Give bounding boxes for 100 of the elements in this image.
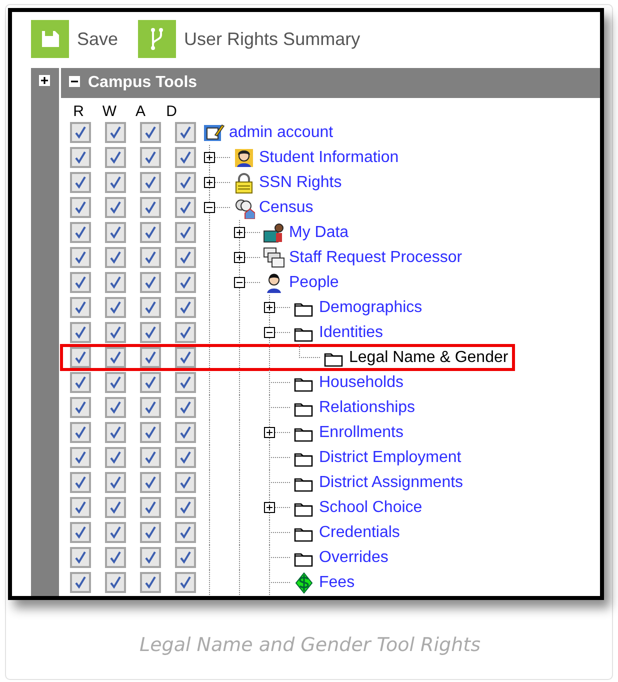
checkbox[interactable] (140, 547, 161, 568)
checkbox[interactable] (175, 397, 196, 418)
tree-row[interactable]: SSN Rights (61, 170, 348, 195)
checkbox[interactable] (140, 297, 161, 318)
checkbox[interactable] (70, 122, 91, 143)
tree-row[interactable]: District Employment (61, 445, 468, 470)
checkbox[interactable] (140, 147, 161, 168)
tree-row[interactable]: Staff Request Processor (61, 245, 468, 270)
checkbox[interactable] (140, 372, 161, 393)
checkbox[interactable] (175, 222, 196, 243)
tree-row[interactable]: admin account (61, 120, 340, 145)
checkbox[interactable] (70, 547, 91, 568)
tree-item-link[interactable]: School Choice (319, 498, 422, 516)
checkbox[interactable] (140, 447, 161, 468)
checkbox[interactable] (70, 522, 91, 543)
expand-icon[interactable] (264, 302, 275, 313)
checkbox[interactable] (140, 522, 161, 543)
checkbox[interactable] (70, 297, 91, 318)
checkbox[interactable] (140, 172, 161, 193)
tree-row[interactable]: Census (61, 195, 320, 220)
collapse-icon[interactable] (204, 202, 215, 213)
tree-item-link[interactable]: Households (319, 374, 404, 392)
tree-item-link[interactable]: Student Information (259, 148, 399, 166)
tree-item-link[interactable]: District Employment (319, 448, 462, 466)
checkbox[interactable] (140, 322, 161, 343)
tree-row[interactable]: Households (61, 370, 410, 395)
checkbox[interactable] (140, 122, 161, 143)
checkbox[interactable] (175, 147, 196, 168)
checkbox[interactable] (105, 272, 126, 293)
toolbar-button[interactable]: User Rights Summary (138, 20, 360, 58)
checkbox[interactable] (70, 247, 91, 268)
checkbox[interactable] (175, 322, 196, 343)
checkbox[interactable] (70, 372, 91, 393)
checkbox[interactable] (140, 247, 161, 268)
tree-item-link[interactable]: Staff Request Processor (289, 248, 462, 266)
checkbox[interactable] (105, 222, 126, 243)
checkbox[interactable] (175, 297, 196, 318)
checkbox[interactable] (175, 447, 196, 468)
checkbox[interactable] (175, 247, 196, 268)
collapse-icon[interactable] (234, 277, 245, 288)
checkbox[interactable] (175, 547, 196, 568)
checkbox[interactable] (70, 397, 91, 418)
checkbox[interactable] (105, 547, 126, 568)
tree-item-link[interactable]: admin account (229, 124, 334, 142)
checkbox[interactable] (105, 322, 126, 343)
checkbox[interactable] (70, 147, 91, 168)
tree-row[interactable]: Credentials (61, 520, 406, 545)
tree-row[interactable]: Enrollments (61, 420, 410, 445)
checkbox[interactable] (175, 272, 196, 293)
checkbox[interactable] (140, 397, 161, 418)
expand-icon[interactable] (264, 502, 275, 513)
checkbox[interactable] (175, 497, 196, 518)
tree-row[interactable]: Fees (61, 570, 361, 595)
checkbox[interactable] (175, 472, 196, 493)
toolbar-button[interactable]: Save (31, 20, 118, 58)
tree-item-link[interactable]: Demographics (319, 298, 422, 316)
tree-item-link[interactable]: Legal Name & Gender (349, 348, 508, 366)
checkbox[interactable] (70, 172, 91, 193)
checkbox[interactable] (175, 197, 196, 218)
checkbox[interactable] (105, 247, 126, 268)
checkbox[interactable] (140, 222, 161, 243)
checkbox[interactable] (70, 347, 91, 368)
checkbox[interactable] (175, 572, 196, 593)
checkbox[interactable] (140, 497, 161, 518)
checkbox[interactable] (70, 497, 91, 518)
checkbox[interactable] (175, 122, 196, 143)
tree-row[interactable]: My Data (61, 220, 355, 245)
tree-item-link[interactable]: Credentials (319, 524, 400, 542)
checkbox[interactable] (70, 272, 91, 293)
checkbox[interactable] (140, 347, 161, 368)
tree-row[interactable]: People (61, 270, 345, 295)
checkbox[interactable] (140, 197, 161, 218)
tree-row[interactable]: Demographics (61, 295, 428, 320)
checkbox[interactable] (105, 197, 126, 218)
checkbox[interactable] (70, 472, 91, 493)
tree-item-link[interactable]: My Data (289, 224, 349, 242)
checkbox[interactable] (175, 172, 196, 193)
checkbox[interactable] (70, 222, 91, 243)
tree-item-link[interactable]: People (289, 274, 339, 292)
tree-row[interactable]: Legal Name & Gender (61, 345, 514, 370)
checkbox[interactable] (175, 347, 196, 368)
checkbox[interactable] (70, 197, 91, 218)
checkbox[interactable] (175, 522, 196, 543)
tree-item-link[interactable]: Relationships (319, 398, 416, 416)
checkbox[interactable] (140, 472, 161, 493)
tree-item-link[interactable]: Identities (319, 324, 384, 342)
checkbox[interactable] (105, 297, 126, 318)
checkbox[interactable] (140, 272, 161, 293)
tree-item-link[interactable]: Enrollments (319, 424, 404, 442)
checkbox[interactable] (140, 422, 161, 443)
expand-icon[interactable] (234, 252, 245, 263)
checkbox[interactable] (70, 447, 91, 468)
tree-item-link[interactable]: Overrides (319, 548, 388, 566)
tree-row[interactable]: School Choice (61, 495, 428, 520)
tree-row[interactable]: Student Information (61, 145, 405, 170)
checkbox[interactable] (105, 397, 126, 418)
tree-row[interactable]: Overrides (61, 545, 394, 570)
collapse-icon[interactable] (264, 327, 275, 338)
checkbox[interactable] (105, 447, 126, 468)
checkbox[interactable] (105, 347, 126, 368)
